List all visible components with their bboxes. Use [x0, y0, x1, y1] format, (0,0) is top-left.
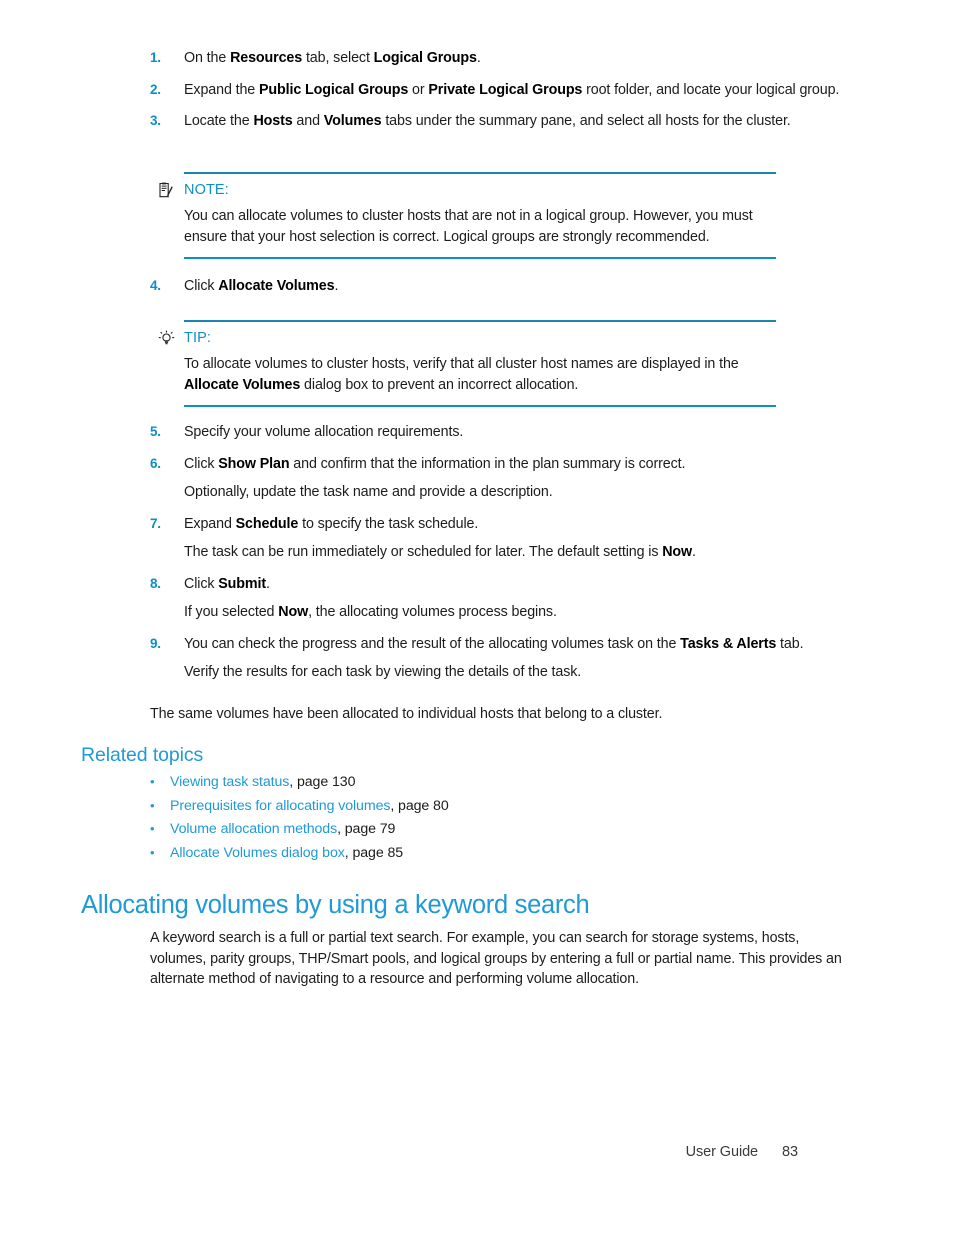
related-topic-page: , page 85: [344, 844, 404, 861]
note-admonition: NOTE: You can allocate volumes to cluste…: [158, 172, 776, 259]
step-number: 3.: [150, 113, 161, 128]
step-text: Locate the Hosts and Volumes tabs under …: [184, 113, 791, 129]
tip-admonition: TIP: To allocate volumes to cluster host…: [158, 320, 776, 407]
step-number: 1.: [150, 50, 161, 65]
step-number: 9.: [150, 635, 161, 651]
list-item[interactable]: • Volume allocation methods, page 79: [150, 821, 750, 845]
note-label: NOTE:: [184, 182, 229, 198]
related-topic-page: , page 80: [390, 797, 449, 814]
note-header: NOTE:: [158, 180, 776, 200]
procedure-step: 4. Click Allocate Volumes.: [150, 276, 840, 297]
procedure-step: 2. Expand the Public Logical Groups or P…: [150, 80, 840, 101]
related-topic-link[interactable]: Allocate Volumes dialog box: [170, 845, 345, 861]
tip-top-rule: [184, 320, 776, 322]
step-sub-paragraph: Verify the results for each task by view…: [184, 664, 582, 680]
bullet-icon: •: [150, 844, 155, 860]
step-text: You can check the progress and the resul…: [184, 635, 804, 652]
related-topics-list: • Viewing task status, page 130 • Prereq…: [150, 774, 750, 868]
procedure-steps-1-3: 1. On the Resources tab, select Logical …: [150, 48, 840, 143]
step-number: 8.: [150, 575, 161, 591]
list-item[interactable]: • Viewing task status, page 130: [150, 774, 750, 798]
related-topic-page: , page 79: [337, 821, 396, 837]
procedure-step: 6. Click Show Plan and confirm that the …: [150, 454, 840, 475]
step-sub-paragraph: Optionally, update the task name and pro…: [184, 484, 553, 500]
tip-label: TIP:: [184, 330, 211, 346]
related-topics-heading: Related topics: [81, 744, 204, 766]
step-sub-paragraph: If you selected Now, the allocating volu…: [184, 604, 557, 620]
step-sub-paragraph: The task can be run immediately or sched…: [184, 544, 696, 560]
list-item[interactable]: • Allocate Volumes dialog box, page 85: [150, 845, 750, 869]
note-bottom-rule: [184, 257, 776, 259]
tip-bottom-rule: [184, 405, 776, 407]
step-text: Click Show Plan and confirm that the inf…: [184, 455, 686, 472]
footer-guide-label: User Guide: [685, 1144, 758, 1160]
step-text: On the Resources tab, select Logical Gro…: [184, 50, 481, 66]
bullet-icon: •: [150, 797, 155, 813]
step-text: Specify your volume allocation requireme…: [184, 424, 464, 440]
step-text: Click Submit.: [184, 575, 270, 592]
section-paragraph: A keyword search is a full or partial te…: [150, 930, 842, 987]
related-topic-page: , page 130: [289, 774, 356, 790]
related-topic-link[interactable]: Volume allocation methods: [170, 821, 337, 837]
note-clipboard-icon: [158, 180, 184, 200]
page-footer: User Guide 83: [0, 1144, 954, 1160]
procedure-step-4: 4. Click Allocate Volumes.: [150, 276, 840, 308]
step-number: 6.: [150, 455, 161, 471]
procedure-step: 1. On the Resources tab, select Logical …: [150, 48, 840, 69]
procedure-step: 7. Expand Schedule to specify the task s…: [150, 514, 840, 535]
procedure-step: 8. Click Submit.: [150, 574, 840, 595]
step-text: Expand Schedule to specify the task sche…: [184, 515, 479, 532]
procedure-step: 9. You can check the progress and the re…: [150, 634, 840, 655]
list-item[interactable]: • Prerequisites for allocating volumes, …: [150, 798, 750, 822]
bullet-icon: •: [150, 821, 155, 836]
step-number: 7.: [150, 515, 161, 531]
step-text: Click Allocate Volumes.: [184, 278, 339, 294]
tip-body: To allocate volumes to cluster hosts, ve…: [184, 356, 739, 393]
section-heading: Allocating volumes by using a keyword se…: [81, 891, 590, 919]
related-topic-link[interactable]: Viewing task status: [170, 774, 289, 790]
footer-page-number: 83: [782, 1144, 798, 1160]
tip-lightbulb-icon: [158, 328, 184, 348]
note-body: You can allocate volumes to cluster host…: [184, 208, 753, 245]
tip-header: TIP:: [158, 328, 776, 348]
procedure-step: 3. Locate the Hosts and Volumes tabs und…: [150, 111, 840, 132]
closing-paragraph: The same volumes have been allocated to …: [150, 706, 663, 722]
procedure-step: 5. Specify your volume allocation requir…: [150, 422, 840, 443]
bullet-icon: •: [150, 774, 155, 789]
step-number: 4.: [150, 278, 161, 293]
note-top-rule: [184, 172, 776, 174]
step-number: 2.: [150, 81, 161, 97]
document-page: 1. On the Resources tab, select Logical …: [0, 0, 954, 1235]
procedure-steps-5-9: 5. Specify your volume allocation requir…: [150, 422, 840, 694]
step-text: Expand the Public Logical Groups or Priv…: [184, 81, 840, 98]
related-topic-link[interactable]: Prerequisites for allocating volumes: [170, 798, 390, 814]
step-number: 5.: [150, 424, 161, 439]
